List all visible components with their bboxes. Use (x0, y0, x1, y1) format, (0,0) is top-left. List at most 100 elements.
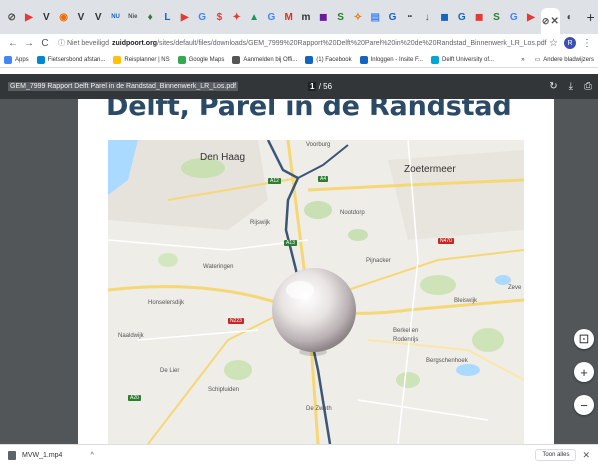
browser-tab[interactable]: Nie (125, 6, 140, 28)
browser-tab[interactable]: NU (108, 6, 123, 28)
browser-tab[interactable]: ▲ (246, 6, 261, 28)
bookmark-star-icon[interactable]: ☆ (549, 38, 558, 49)
red-square-icon: ◼ (474, 11, 484, 23)
bookmark-favicon-icon (36, 55, 45, 64)
browser-tab[interactable]: ▶ (21, 6, 36, 28)
bookmark-item[interactable]: Fietsersbond afstan... (36, 55, 105, 64)
browser-tab[interactable]: S (489, 6, 504, 28)
browser-tab[interactable]: ◉ (56, 6, 71, 28)
pdf-viewer[interactable]: Delft, Parel in de Randstad Den Haag Zoe… (0, 99, 598, 444)
browser-tab[interactable]: ✧ (350, 6, 365, 28)
browser-tab[interactable]: S (333, 6, 348, 28)
bookmark-item[interactable]: Inloggen - Insite F... (359, 55, 423, 64)
bookmark-label: Aanmelden bij Offi... (243, 56, 298, 63)
browser-tab[interactable]: •• (402, 6, 417, 28)
download-item[interactable]: MVW_1.mp4 ^ (8, 450, 94, 460)
news-icon: Nie (128, 14, 138, 20)
google-icon: G (509, 11, 518, 23)
bookmarks-overflow-button[interactable]: » (521, 57, 524, 63)
blue-icon: ◼ (440, 11, 449, 23)
tab-strip: ⊘ ▶ V ◉ V V NU Nie ♦ L ▶ G $ ✦ ▲ G Mm ◼ S ✧ ▤ G •• ↓ ◼ G ◼ S G ▶ ⊘ ✕ ◐ + (0, 0, 598, 34)
new-tab-button[interactable]: + (583, 8, 598, 26)
map-label: Voorburg (306, 142, 331, 148)
browser-tab[interactable]: ▶ (177, 6, 192, 28)
youtube-icon: ▶ (25, 11, 33, 23)
google-icon: G (267, 11, 276, 23)
browser-tab[interactable]: m (298, 6, 313, 28)
forward-button[interactable]: → (22, 38, 36, 49)
browser-tab[interactable]: ◼ (471, 6, 486, 28)
browser-tab[interactable]: V (73, 6, 88, 28)
browser-tab[interactable]: ↓ (420, 6, 435, 28)
rotate-icon[interactable]: ↻ (549, 81, 557, 92)
browser-tab[interactable]: G (264, 6, 279, 28)
browser-tab[interactable]: ▤ (368, 6, 383, 28)
profile-avatar[interactable]: R (564, 37, 576, 49)
menu-icon[interactable]: ⋮ (582, 38, 592, 49)
browser-tab[interactable]: M (281, 6, 296, 28)
browser-tab[interactable]: ⊘ (4, 6, 19, 28)
browser-tab[interactable]: G (385, 6, 400, 28)
green-icon: ♦ (147, 11, 153, 23)
map-label: Schipluiden (208, 387, 240, 393)
v-icon: V (77, 11, 85, 23)
g-icon: G (457, 11, 466, 23)
close-shelf-icon[interactable]: ✕ (582, 450, 590, 461)
browser-tab[interactable]: ✦ (229, 6, 244, 28)
browser-tab[interactable]: ◐ (562, 6, 577, 28)
map-label: Bleiswijk (454, 298, 478, 304)
youtube-icon: ▶ (180, 11, 189, 23)
bookmark-item[interactable]: Reisplanner | NS (113, 55, 170, 64)
browser-tab[interactable]: G (506, 6, 521, 28)
reload-button[interactable]: C (38, 38, 52, 49)
back-button[interactable]: ← (6, 38, 20, 49)
browser-tab[interactable]: G (454, 6, 469, 28)
show-all-downloads-button[interactable]: Toon alles (535, 449, 577, 461)
bookmark-label: Apps (15, 56, 29, 63)
bookmark-label: Google Maps (188, 56, 225, 63)
browser-tab[interactable]: ▶ (523, 6, 538, 28)
fit-page-button[interactable]: ⊡ (574, 329, 594, 349)
bookmark-item[interactable]: (1) Facebook (305, 55, 352, 64)
close-tab-icon[interactable]: ✕ (550, 16, 558, 27)
security-indicator[interactable]: ⓘ Niet beveiligd (58, 38, 109, 48)
browser-tab[interactable]: V (39, 6, 54, 28)
map-label: De Zweth (306, 406, 332, 412)
download-icon[interactable]: ⤓ (569, 81, 573, 92)
bookmark-item[interactable]: Apps (4, 55, 29, 64)
browser-tab[interactable]: $ (212, 6, 227, 28)
puzzle-icon: ✧ (353, 11, 363, 23)
download-menu-caret-icon[interactable]: ^ (90, 452, 93, 459)
docs-icon: ▤ (370, 11, 380, 23)
bookmark-favicon-icon (232, 55, 241, 64)
map-label: Berkel en (393, 328, 419, 334)
g-icon: G (388, 11, 397, 23)
road-badge: A20 (128, 395, 141, 401)
bookmark-item[interactable]: Aanmelden bij Offi... (232, 55, 298, 64)
map-label: Zeve (508, 285, 522, 291)
bookmark-item[interactable]: Google Maps (177, 55, 225, 64)
other-bookmarks-folder[interactable]: ▭ Andere bladwijzers (534, 56, 594, 64)
browser-tab[interactable]: G (194, 6, 209, 28)
road-badge: A12 (268, 178, 281, 184)
browser-tab[interactable]: ◼ (437, 6, 452, 28)
zoom-in-button[interactable]: + (574, 362, 594, 382)
folder-icon: ▭ (534, 57, 541, 63)
address-bar[interactable]: ⓘ Niet beveiligd zuidpoort.org /sites/de… (58, 36, 549, 51)
browser-tab[interactable]: L (160, 6, 175, 28)
bookmark-favicon-icon (177, 55, 186, 64)
browser-tab[interactable]: V (91, 6, 106, 28)
l-icon: L (164, 11, 171, 23)
pdf-page-indicator: 1 / 56 (308, 82, 332, 91)
zoom-out-button[interactable]: − (574, 395, 594, 415)
browser-tab[interactable]: ◼ (316, 6, 331, 28)
bookmark-item[interactable]: Delft University of... (430, 55, 494, 64)
pdf-toolbar: GEM_7999 Rapport Delft Parel in de Rands… (0, 74, 598, 99)
pdf-page-input[interactable]: 1 (308, 82, 317, 91)
print-icon[interactable]: ⎙ (584, 81, 592, 92)
downloads-shelf: MVW_1.mp4 ^ Toon alles ✕ (0, 444, 598, 465)
pin-icon: ↓ (424, 11, 430, 23)
active-tab[interactable]: ⊘ ✕ (540, 8, 561, 34)
bookmark-label: Delft University of... (441, 56, 494, 63)
browser-tab[interactable]: ♦ (143, 6, 158, 28)
